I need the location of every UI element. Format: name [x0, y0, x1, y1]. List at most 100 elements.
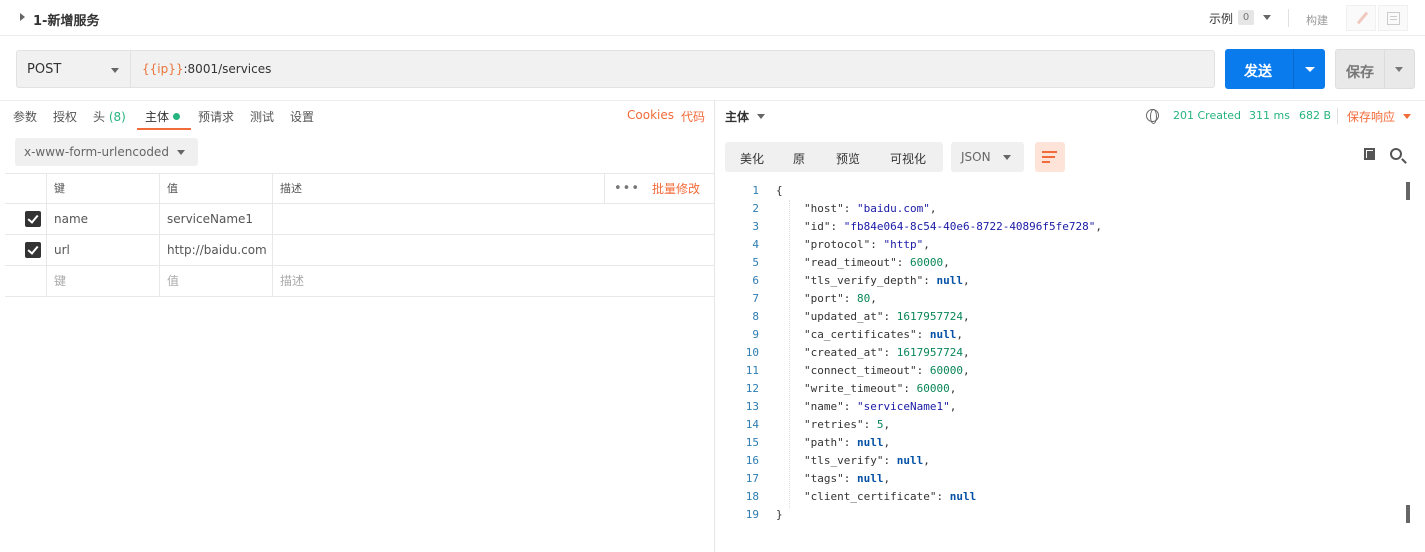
method-value: POST [27, 62, 62, 77]
chevron-down-icon[interactable] [1403, 114, 1411, 119]
line-number: 2 [752, 202, 759, 215]
json-key: "host" [804, 202, 844, 215]
send-options-icon[interactable] [1305, 67, 1315, 72]
json-key: "read_timeout" [804, 256, 897, 269]
table-row: url http://baidu.com [5, 235, 714, 266]
chevron-down-icon[interactable] [757, 114, 765, 119]
code-link[interactable]: 代码 [681, 108, 705, 125]
json-comma: , [962, 310, 970, 323]
body-type-select[interactable]: x-www-form-urlencoded [15, 138, 198, 166]
line-number: 9 [752, 328, 759, 341]
tab-pretty[interactable]: 美化 [740, 150, 764, 167]
line-number: 14 [745, 418, 759, 431]
json-comma: , [870, 292, 877, 305]
row-key[interactable]: name [46, 204, 159, 234]
line-number: 13 [745, 400, 759, 413]
json-value: null [896, 454, 924, 467]
pane-divider[interactable] [714, 100, 715, 552]
method-select[interactable]: POST [16, 50, 130, 88]
new-key-input[interactable]: 键 [46, 266, 159, 296]
response-body-dropdown[interactable]: 主体 [725, 108, 749, 125]
code-line: "name": "serviceName1", [804, 400, 956, 413]
url-path: :8001/services [183, 62, 272, 76]
json-colon: : [843, 202, 857, 215]
edit-button[interactable] [1346, 5, 1376, 31]
header-actions: ••• 批量修改 [604, 174, 714, 203]
save-response-button[interactable]: 保存响应 [1347, 108, 1395, 125]
response-time[interactable]: 311 ms [1249, 109, 1290, 122]
wrap-lines-button[interactable] [1035, 142, 1065, 172]
globe-icon[interactable] [1146, 109, 1159, 124]
row-value[interactable]: http://baidu.com [159, 235, 272, 265]
save-options-icon[interactable] [1395, 67, 1403, 72]
search-icon[interactable] [1390, 148, 1402, 160]
json-comma: , [962, 274, 970, 287]
header-key: 键 [46, 174, 159, 203]
json-value: 60000 [909, 256, 944, 269]
line-number: 3 [752, 220, 759, 233]
cookies-link[interactable]: Cookies [627, 108, 674, 122]
save-label: 保存 [1346, 65, 1374, 81]
scrollbar[interactable] [1406, 505, 1410, 523]
url-input[interactable]: {{ip}}:8001/services [130, 50, 1215, 88]
send-button[interactable]: 发送 [1225, 49, 1325, 89]
tab-auth[interactable]: 授权 [53, 108, 77, 125]
scrollbar[interactable] [1406, 182, 1410, 200]
json-comma: , [883, 418, 891, 431]
build-button[interactable]: 构建 [1306, 12, 1328, 28]
tab-body[interactable]: 主体 [145, 108, 181, 125]
json-key: "id" [804, 220, 831, 233]
code-line: "tls_verify": null, [804, 454, 930, 467]
row-checkbox[interactable] [25, 242, 41, 258]
tab-headers[interactable]: 头 (8) [93, 108, 126, 125]
chevron-down-icon [177, 150, 185, 155]
code-line: "client_certificate": null [804, 490, 976, 503]
json-comma: , [949, 400, 957, 413]
row-description[interactable] [272, 235, 604, 265]
json-colon: : [870, 238, 884, 251]
json-key: "connect_timeout" [804, 364, 917, 377]
save-button[interactable]: 保存 [1335, 49, 1415, 89]
code-line: "write_timeout": 60000, [804, 382, 956, 395]
bulk-edit-link[interactable]: 批量修改 [652, 174, 700, 204]
row-value[interactable]: serviceName1 [159, 204, 272, 234]
row-key[interactable]: url [46, 235, 159, 265]
json-comma: , [1095, 220, 1103, 233]
code-line: { [776, 184, 783, 197]
new-value-input[interactable]: 值 [159, 266, 272, 296]
format-value: JSON [961, 150, 991, 164]
code-line: "id": "fb84e064-8c54-40e6-8722-40896f5fe… [804, 220, 1102, 233]
tab-raw[interactable]: 原 [793, 150, 805, 167]
row-description[interactable] [272, 204, 604, 234]
tab-params[interactable]: 参数 [13, 108, 37, 125]
examples-label[interactable]: 示例 [1209, 10, 1233, 27]
documentation-button[interactable] [1378, 5, 1408, 31]
tab-preview[interactable]: 预览 [836, 150, 860, 167]
json-value: null [857, 472, 884, 485]
request-title[interactable]: 1-新增服务 [33, 10, 99, 29]
new-description-input[interactable]: 描述 [272, 266, 604, 296]
json-value: 60000 [916, 382, 950, 395]
json-value: "fb84e064-8c54-40e6-8722-40896f5fe728" [843, 220, 1096, 233]
json-value: "http" [883, 238, 924, 251]
format-select[interactable]: JSON [951, 142, 1024, 172]
row-checkbox[interactable] [25, 211, 41, 227]
tab-tests[interactable]: 测试 [250, 108, 274, 125]
examples-dropdown-icon[interactable] [1263, 15, 1271, 20]
tab-visualize[interactable]: 可视化 [890, 150, 926, 167]
json-value: 1617957724 [896, 310, 963, 323]
json-key: "port" [804, 292, 844, 305]
response-size[interactable]: 682 B [1299, 109, 1331, 122]
copy-icon[interactable] [1364, 148, 1375, 160]
tab-headers-label: 头 [93, 110, 106, 124]
response-body-editor[interactable]: 1 {2 "host": "baidu.com", 3 "id": "fb84e064-… [725, 182, 1405, 532]
divider [1288, 9, 1289, 27]
tab-pre-request[interactable]: 预请求 [198, 108, 234, 125]
json-key: "name" [804, 400, 844, 413]
tab-settings[interactable]: 设置 [290, 108, 314, 125]
json-key: "client_certificate" [804, 490, 937, 503]
json-colon: : [883, 454, 897, 467]
expand-caret-icon[interactable] [20, 13, 25, 21]
more-options-icon[interactable]: ••• [614, 174, 640, 204]
status-code[interactable]: 201 Created [1173, 109, 1241, 122]
